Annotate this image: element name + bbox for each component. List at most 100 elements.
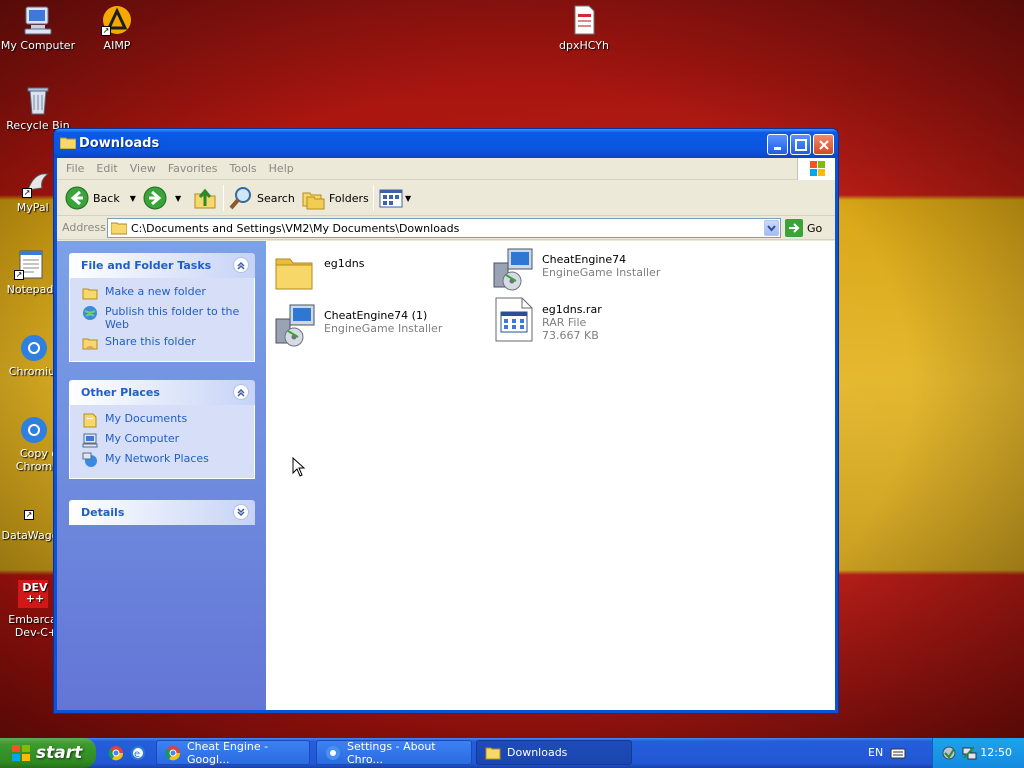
menu-favorites[interactable]: Favorites (162, 158, 224, 180)
document-icon (568, 4, 600, 36)
address-bar: Address C:\Documents and Settings\VM2\My… (57, 216, 835, 240)
task-downloads[interactable]: Downloads (476, 740, 632, 765)
file-item[interactable]: CheatEngine74 EngineGame Installer (490, 245, 660, 293)
desktop-icon-label: AIMP (103, 39, 131, 52)
file-list[interactable]: eg1dns CheatEngine74 EngineGame Installe… (266, 241, 835, 710)
menu-view[interactable]: View (124, 158, 162, 180)
menu-edit[interactable]: Edit (90, 158, 123, 180)
panel-title: Details (81, 506, 125, 519)
search-label: Search (257, 191, 295, 205)
file-item[interactable]: eg1dns (272, 249, 364, 297)
menu-bar: File Edit View Favorites Tools Help (57, 158, 835, 180)
file-item[interactable]: eg1dns.rar RAR File 73.667 KB (490, 295, 602, 343)
file-name: eg1dns.rar (542, 303, 602, 316)
menu-help[interactable]: Help (263, 158, 300, 180)
address-input[interactable]: C:\Documents and Settings\VM2\My Documen… (107, 218, 781, 238)
go-button[interactable]: Go (785, 218, 822, 238)
desktop-icon-my-computer[interactable]: My Computer (0, 4, 76, 52)
windows-flag-icon (12, 745, 30, 761)
shortcut-arrow-icon: ↗ (22, 188, 32, 198)
desktop-icon-dpxhcyh[interactable]: dpxHCYh (546, 4, 622, 52)
views-dropdown-icon[interactable]: ▼ (405, 194, 411, 203)
back-dropdown-icon[interactable]: ▼ (130, 194, 136, 203)
installer-icon (275, 304, 315, 347)
my-documents-link[interactable]: My Documents (82, 412, 246, 428)
my-computer-link[interactable]: My Computer (82, 432, 246, 448)
file-name: eg1dns (324, 257, 365, 270)
details-header[interactable]: Details (69, 500, 255, 525)
search-icon (229, 187, 251, 210)
file-item[interactable]: CheatEngine74 (1) EngineGame Installer (272, 301, 442, 349)
search-button[interactable]: Search (229, 184, 295, 212)
forward-arrow-icon (143, 186, 167, 210)
folders-label: Folders (329, 191, 369, 205)
desktop-icon-label: My Computer (0, 39, 76, 52)
file-type: EngineGame Installer (542, 266, 661, 279)
forward-dropdown-icon[interactable]: ▼ (175, 194, 181, 203)
menu-file[interactable]: File (60, 158, 90, 180)
start-button[interactable]: start (0, 738, 96, 768)
file-folder-tasks-header[interactable]: File and Folder Tasks (69, 253, 255, 278)
start-label: start (36, 743, 83, 763)
maximize-button[interactable] (790, 134, 811, 155)
desktop-icon-recycle-bin[interactable]: Recycle Bin (0, 84, 76, 132)
task-settings-about-chromium[interactable]: Settings - About Chro... (316, 740, 472, 766)
task-cheat-engine-google[interactable]: Cheat Engine - Googl... (156, 740, 310, 766)
folder-icon (111, 222, 127, 235)
share-folder-link[interactable]: Share this folder (82, 335, 246, 351)
quicklaunch-ie-icon[interactable]: e (130, 745, 146, 761)
taskbar: start e Cheat Engine - Googl... Settings… (0, 738, 1024, 768)
folder-icon (59, 136, 77, 150)
forward-button[interactable]: ▼ (143, 184, 181, 212)
file-folder-tasks-panel: File and Folder Tasks Make a new folder (69, 253, 255, 362)
minimize-button[interactable] (767, 134, 788, 155)
toolbar: Back ▼ ▼ Search Folders ▼ (57, 180, 835, 216)
address-path: C:\Documents and Settings\VM2\My Documen… (131, 221, 460, 235)
share-folder-icon (82, 338, 98, 350)
explorer-window[interactable]: Downloads File Edit View Favorites Tools Help… (53, 128, 839, 714)
close-button[interactable] (813, 134, 834, 155)
menu-tools[interactable]: Tools (224, 158, 263, 180)
notepad-icon: ↗ (14, 248, 46, 280)
my-network-places-link[interactable]: My Network Places (82, 452, 246, 468)
my-documents-icon (83, 413, 97, 428)
clock[interactable]: 12:50 (980, 746, 1012, 759)
shortcut-arrow-icon: ↗ (14, 270, 24, 280)
windows-logo-icon (797, 158, 835, 180)
devcpp-icon: DEV ++ (16, 578, 48, 610)
file-type: RAR File (542, 316, 587, 329)
file-size: 73.667 KB (542, 329, 599, 342)
my-computer-icon (22, 4, 54, 36)
other-places-panel: Other Places My Documents My Computer My… (69, 380, 255, 479)
folders-icon (302, 192, 325, 210)
file-name: CheatEngine74 (542, 253, 627, 266)
maximize-icon (795, 139, 807, 151)
views-button[interactable]: ▼ (379, 184, 411, 212)
back-button[interactable]: Back ▼ (65, 184, 136, 212)
close-icon (819, 140, 829, 150)
make-new-folder-link[interactable]: Make a new folder (82, 285, 246, 301)
tray-network-icon[interactable] (961, 745, 977, 764)
file-name: CheatEngine74 (1) (324, 309, 428, 322)
recycle-bin-icon (22, 84, 54, 116)
my-computer-icon (82, 433, 98, 448)
other-places-header[interactable]: Other Places (69, 380, 255, 405)
folder-icon (485, 747, 501, 759)
address-dropdown-button[interactable] (764, 220, 779, 236)
quicklaunch-chrome-icon[interactable] (108, 745, 124, 761)
folders-button[interactable]: Folders (301, 184, 369, 212)
expand-icon[interactable] (233, 504, 249, 520)
publish-folder-link[interactable]: Publish this folder to the Web (82, 305, 246, 331)
keyboard-icon[interactable] (890, 746, 906, 760)
file-type: EngineGame Installer (324, 322, 443, 335)
desktop-icon-aimp[interactable]: ↗ AIMP (79, 4, 155, 52)
collapse-icon[interactable] (233, 257, 249, 273)
up-folder-button[interactable] (193, 184, 217, 212)
collapse-icon[interactable] (233, 384, 249, 400)
language-indicator[interactable]: EN (868, 746, 883, 759)
go-arrow-icon (785, 219, 803, 237)
installer-icon (493, 248, 533, 291)
publish-web-icon (83, 306, 97, 320)
title-bar[interactable]: Downloads (54, 129, 838, 158)
tray-security-icon[interactable] (941, 745, 957, 764)
